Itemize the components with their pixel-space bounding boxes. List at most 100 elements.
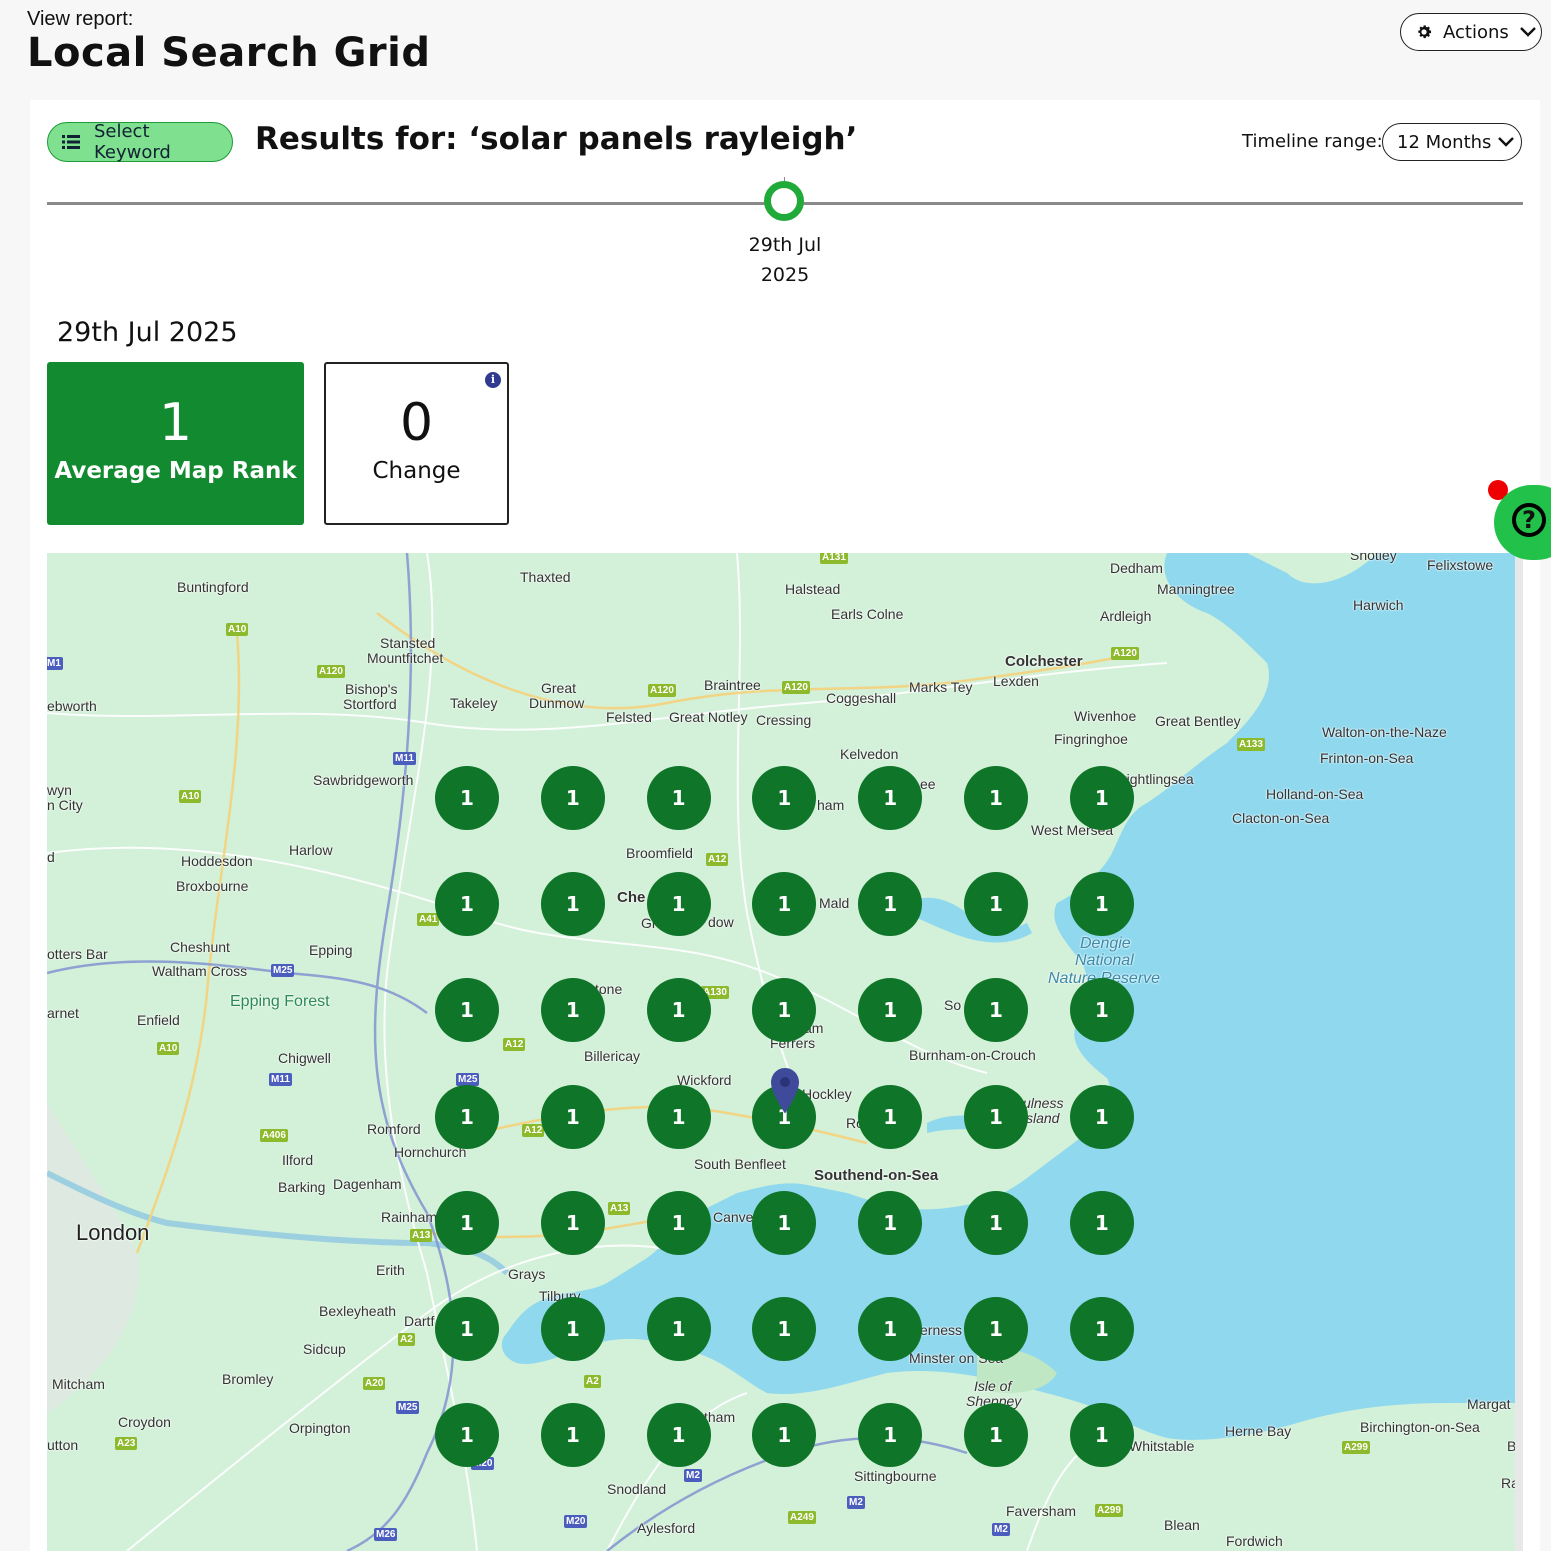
average-map-rank-card: 1 Average Map Rank <box>47 362 304 525</box>
road-label: A2 <box>398 1333 415 1346</box>
grid-point[interactable]: 1 <box>964 1190 1028 1255</box>
map-place: Sittingbourne <box>854 1468 937 1484</box>
map-place: Dartf <box>404 1313 435 1329</box>
road-label: A299 <box>1095 1504 1123 1517</box>
timeline-point[interactable] <box>764 181 804 221</box>
grid-point[interactable]: 1 <box>435 1084 499 1149</box>
map-place: London <box>76 1220 150 1245</box>
map-place: Broxbourne <box>176 878 249 894</box>
map-place: ham <box>817 797 845 813</box>
road-label: A20 <box>363 1377 386 1390</box>
map-place: Enfield <box>137 1012 180 1028</box>
location-pin-icon[interactable] <box>770 1067 800 1115</box>
map-place: Southend-on-Sea <box>814 1167 939 1184</box>
grid-point[interactable]: 1 <box>858 1297 923 1361</box>
grid-point[interactable]: 1 <box>435 1403 499 1468</box>
map[interactable]: Buntingford Thaxted Halstead Earls Colne… <box>47 553 1523 1551</box>
map-place: Harlow <box>289 842 333 858</box>
map-place: Felsted <box>606 709 652 725</box>
map-place: Cressing <box>756 712 812 728</box>
grid-point[interactable]: 1 <box>646 872 711 937</box>
grid-point[interactable]: 1 <box>964 978 1028 1043</box>
map-place: Sidcup <box>303 1341 346 1357</box>
map-background <box>47 553 1523 1551</box>
grid-point[interactable]: 1 <box>1069 872 1134 937</box>
map-place: Manningtree <box>1157 581 1235 597</box>
grid-point[interactable]: 1 <box>752 766 817 830</box>
grid-point[interactable]: 1 <box>752 1297 817 1361</box>
grid-point[interactable]: 1 <box>858 1190 923 1255</box>
map-place: Harwich <box>1353 597 1404 613</box>
grid-point[interactable]: 1 <box>858 766 923 830</box>
grid-point[interactable]: 1 <box>858 1084 923 1149</box>
road-label: A406 <box>260 1129 288 1142</box>
grid-point[interactable]: 1 <box>1069 1297 1134 1361</box>
grid-point[interactable]: 1 <box>1069 1403 1134 1468</box>
grid-point[interactable]: 1 <box>858 1403 923 1468</box>
grid-point[interactable]: 1 <box>540 1190 605 1255</box>
road-label: A13 <box>608 1202 631 1215</box>
grid-point[interactable]: 1 <box>540 1403 605 1468</box>
map-place: Felixstowe <box>1427 557 1494 573</box>
grid-point[interactable]: 1 <box>964 766 1028 830</box>
grid-point[interactable]: 1 <box>435 978 499 1043</box>
grid-point[interactable]: 1 <box>540 978 605 1043</box>
map-place: Marks Tey <box>909 679 973 695</box>
grid-point[interactable]: 1 <box>964 1297 1028 1361</box>
select-keyword-button[interactable]: Select Keyword <box>47 121 233 163</box>
map-place: otters Bar <box>47 946 108 962</box>
grid-point[interactable]: 1 <box>1069 1084 1134 1149</box>
map-place: So <box>944 997 962 1013</box>
grid-point[interactable]: 1 <box>540 766 605 830</box>
map-place: Chigwell <box>278 1050 331 1066</box>
grid-point[interactable]: 1 <box>752 1190 817 1255</box>
grid-point[interactable]: 1 <box>964 872 1028 937</box>
grid-point[interactable]: 1 <box>540 872 605 937</box>
grid-point[interactable]: 1 <box>1069 766 1134 830</box>
page-title: Local Search Grid <box>27 30 431 76</box>
map-place: Wivenhoe <box>1074 708 1137 724</box>
road-label: A10 <box>157 1042 180 1055</box>
grid-point[interactable]: 1 <box>540 1297 605 1361</box>
grid-point[interactable]: 1 <box>646 978 711 1043</box>
map-place: Faversham <box>1006 1503 1077 1519</box>
grid-point[interactable]: 1 <box>435 872 499 937</box>
grid-point[interactable]: 1 <box>858 872 923 937</box>
grid-point[interactable]: 1 <box>1069 1190 1134 1255</box>
timeline-range-select[interactable]: 12 Months <box>1382 123 1522 161</box>
road-label: A10 <box>179 790 202 803</box>
select-keyword-label: Select Keyword <box>93 121 171 163</box>
road-label: A12 <box>522 1124 545 1137</box>
map-place: Whitstable <box>1129 1438 1195 1454</box>
map-place: Rainham <box>381 1209 438 1225</box>
map-place: Walton-on-the-Naze <box>1322 724 1447 740</box>
map-place: Grays <box>508 1266 546 1282</box>
actions-button[interactable]: Actions <box>1400 13 1542 51</box>
grid-point[interactable]: 1 <box>646 1084 711 1149</box>
road-label: A10 <box>226 623 249 636</box>
grid-point[interactable]: 1 <box>435 766 499 830</box>
map-place: wyn <box>47 782 72 798</box>
grid-point[interactable]: 1 <box>964 1403 1028 1468</box>
grid-point[interactable]: 1 <box>646 1190 711 1255</box>
grid-point[interactable]: 1 <box>1069 978 1134 1043</box>
map-place: Margat <box>1467 1396 1511 1412</box>
grid-point[interactable]: 1 <box>646 766 711 830</box>
map-scrollbar[interactable] <box>1515 553 1523 1551</box>
info-icon[interactable]: i <box>485 372 501 388</box>
map-place: utton <box>47 1437 79 1453</box>
grid-point[interactable]: 1 <box>540 1084 605 1149</box>
timeline-point-year: 2025 <box>760 264 810 286</box>
road-label: A13 <box>410 1229 433 1242</box>
grid-point[interactable]: 1 <box>646 1403 711 1468</box>
grid-point[interactable]: 1 <box>646 1297 711 1361</box>
grid-point[interactable]: 1 <box>964 1084 1028 1149</box>
grid-point[interactable]: 1 <box>435 1190 499 1255</box>
grid-point[interactable]: 1 <box>435 1297 499 1361</box>
road-label: M2 <box>847 1496 865 1509</box>
map-place: Birchington-on-Sea <box>1360 1419 1480 1435</box>
road-label: M11 <box>393 752 416 765</box>
map-place: Shotley <box>1350 553 1397 563</box>
map-place: Che <box>617 889 646 906</box>
road-label: A249 <box>788 1511 816 1524</box>
